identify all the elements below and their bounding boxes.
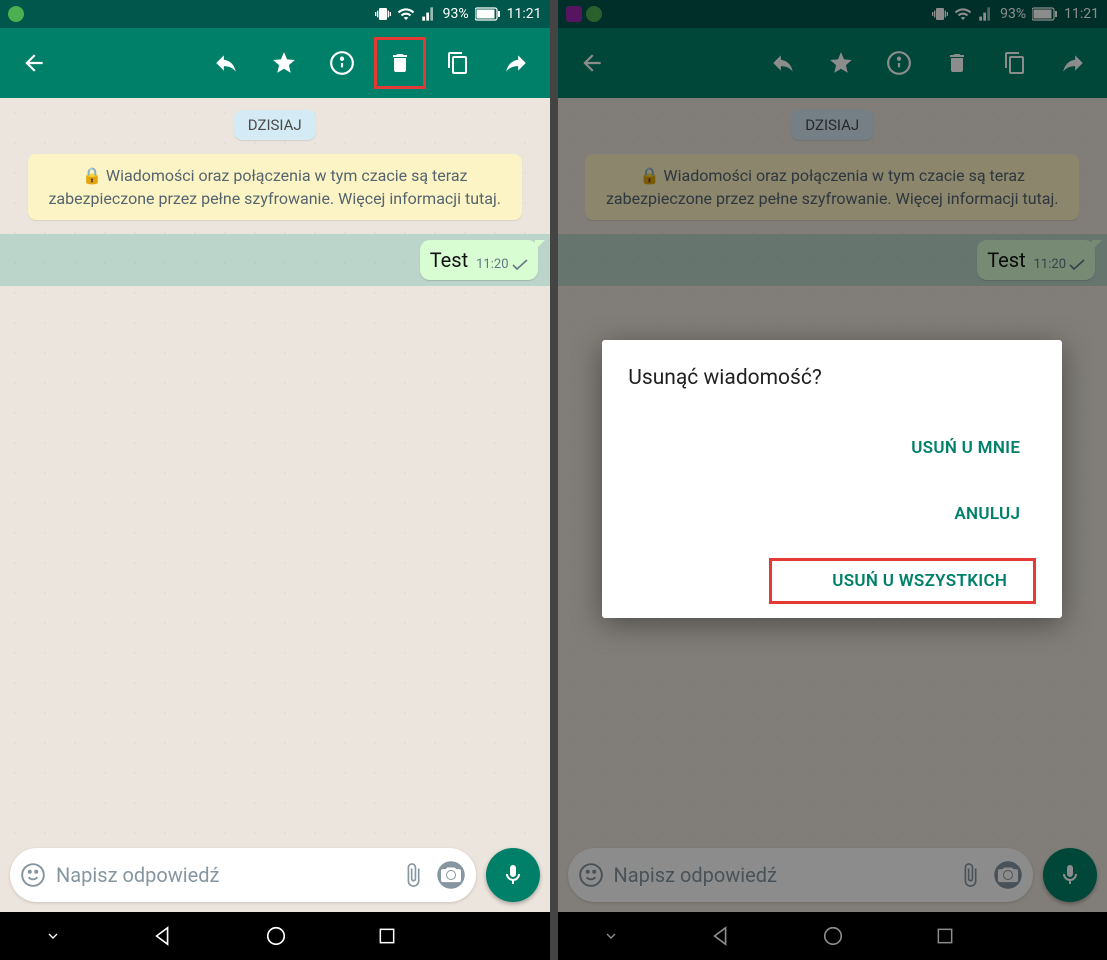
cancel-button[interactable]: ANULUJ	[938, 492, 1036, 536]
encryption-notice[interactable]: 🔒 Wiadomości oraz połączenia w tym czaci…	[28, 154, 522, 220]
wifi-icon	[397, 5, 415, 23]
delete-for-me-button[interactable]: USUŃ U MNIE	[895, 426, 1036, 470]
status-bar: 93% 11:21	[0, 0, 550, 28]
message-input-container[interactable]: Napisz odpowiedź	[10, 848, 476, 902]
selection-toolbar	[0, 28, 550, 98]
signal-icon	[421, 6, 437, 22]
voice-record-button[interactable]	[486, 848, 540, 902]
vibrate-icon	[375, 6, 391, 22]
nav-recent-button[interactable]	[377, 926, 397, 946]
message-bubble[interactable]: Test 11:20	[420, 240, 538, 280]
delete-button[interactable]	[374, 37, 426, 89]
dialog-title: Usunąć wiadomość?	[628, 366, 1036, 390]
message-time: 11:20	[476, 257, 508, 272]
forward-button[interactable]	[490, 37, 542, 89]
message-input[interactable]: Napisz odpowiedź	[56, 863, 390, 887]
selected-message-row[interactable]: Test 11:20	[0, 234, 550, 286]
emoji-icon[interactable]	[20, 862, 46, 888]
clock-time: 11:21	[507, 6, 542, 22]
message-text: Test	[430, 248, 468, 272]
battery-icon	[475, 7, 501, 21]
android-nav-bar	[0, 912, 550, 960]
check-icon	[512, 259, 528, 271]
back-button[interactable]	[8, 37, 60, 89]
attach-icon[interactable]	[400, 862, 426, 888]
info-button[interactable]	[316, 37, 368, 89]
reply-button[interactable]	[200, 37, 252, 89]
nav-home-button[interactable]	[265, 925, 287, 947]
phone-screen-left: 93% 11:21 DZISIAJ 🔒 Wiadomości oraz połą…	[0, 0, 550, 960]
star-button[interactable]	[258, 37, 310, 89]
delete-message-dialog: Usunąć wiadomość? USUŃ U MNIE ANULUJ USU…	[602, 340, 1062, 618]
composer-bar: Napisz odpowiedź	[0, 840, 550, 912]
notification-dot-icon	[8, 6, 24, 22]
camera-icon[interactable]	[436, 860, 466, 890]
phone-screen-right: 93% 11:21 DZISIAJ 🔒 Wiadomości oraz połą…	[558, 0, 1107, 960]
date-separator: DZISIAJ	[234, 110, 316, 140]
delete-for-everyone-button[interactable]: USUŃ U WSZYSTKICH	[769, 558, 1036, 604]
chat-area[interactable]: DZISIAJ 🔒 Wiadomości oraz połączenia w t…	[0, 98, 550, 840]
copy-button[interactable]	[432, 37, 484, 89]
battery-percent: 93%	[443, 6, 469, 22]
nav-expand-button[interactable]	[45, 928, 61, 944]
nav-back-button[interactable]	[152, 925, 174, 947]
